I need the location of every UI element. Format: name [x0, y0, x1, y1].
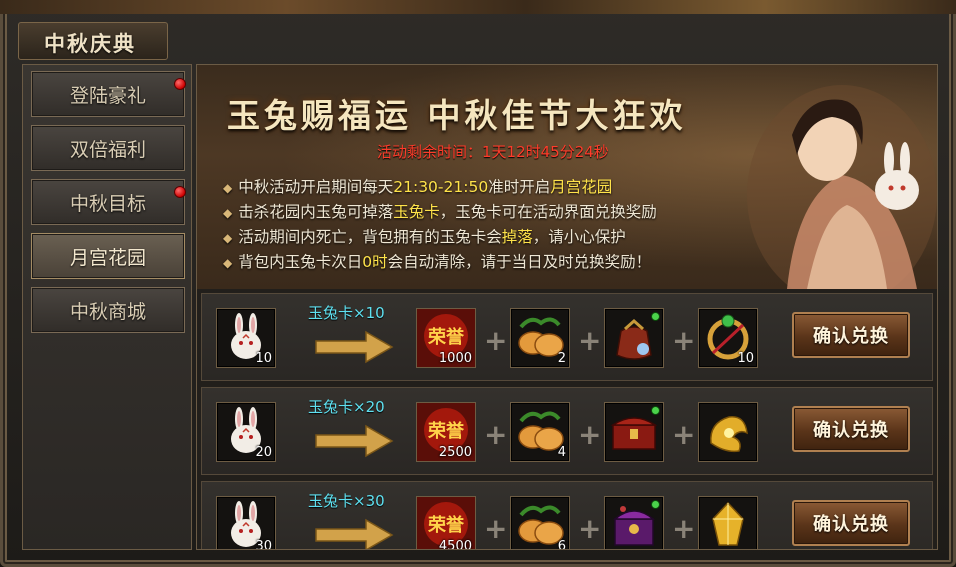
main-panel: 玉兔赐福运 中秋佳节大狂欢 活动剩余时间：1天12时45分24秒 ◆ 中秋活动开启… [196, 64, 938, 550]
sidebar-item-login-gift[interactable]: 登陆豪礼 [31, 71, 186, 117]
item-count: 4 [557, 445, 566, 460]
card-cost-label: 玉兔卡×10 [308, 304, 385, 322]
diamond-bullet-icon: ◆ [223, 231, 233, 245]
green-indicator [651, 312, 660, 321]
window-title: 中秋庆典 [44, 31, 136, 56]
reward-item-slot[interactable] [604, 402, 664, 462]
sidebar-item-label: 登陆豪礼 [69, 84, 146, 107]
item-count: 10 [255, 351, 272, 366]
notification-dot [174, 78, 186, 90]
arrow-right-icon [315, 330, 394, 364]
rule-item: ◆ 活动期间内死亡，背包拥有的玉兔卡会掉落，请小心保护 [223, 228, 626, 246]
plus-icon: + [672, 512, 696, 545]
reward-row: 30 玉兔卡×30 荣誉 4500 + 6 + + 确认兑换 [201, 481, 933, 549]
svg-text:荣誉: 荣誉 [427, 326, 465, 348]
honor-slot[interactable]: 荣誉 4500 [416, 496, 476, 549]
green-indicator [651, 500, 660, 509]
mooncake-slot[interactable]: 2 [510, 308, 570, 368]
top-decoration [0, 0, 956, 14]
arrow-right-icon [315, 424, 394, 458]
golden-wing-icon [710, 416, 748, 453]
item-count: 4500 [438, 539, 472, 549]
rule-item: ◆ 背包内玉兔卡次日0时会自动清除，请于当日及时兑换奖励！ [223, 253, 652, 271]
plus-icon: + [578, 324, 602, 357]
reward-list[interactable]: 10 玉兔卡×10 荣誉 1000 + 2 + + 10 确认兑换 20 玉兔卡… [201, 293, 933, 549]
plus-icon: + [484, 512, 508, 545]
plus-icon: + [672, 324, 696, 357]
banner-title: 玉兔赐福运 中秋佳节大狂欢 [227, 96, 687, 135]
moon-lady-illustration [747, 85, 937, 289]
item-count: 30 [255, 539, 272, 549]
sidebar-item-double-bonus[interactable]: 双倍福利 [31, 125, 185, 171]
plus-icon: + [484, 324, 508, 357]
reward-item-slot[interactable]: 10 [698, 308, 758, 368]
honor-slot[interactable]: 荣誉 1000 [416, 308, 476, 368]
sidebar-item-label: 中秋目标 [69, 192, 146, 215]
sidebar-item-shop[interactable]: 中秋商城 [31, 287, 185, 333]
plus-icon: + [578, 512, 602, 545]
golden-crystal-icon [712, 501, 744, 546]
notification-dot [174, 186, 186, 198]
plus-icon: + [484, 418, 508, 451]
sidebar: 登陆豪礼 双倍福利 中秋目标 月宫花园 中秋商城 [22, 64, 192, 550]
sidebar-item-label: 双倍福利 [69, 138, 146, 161]
sidebar-item-label: 月宫花园 [69, 246, 146, 269]
diamond-bullet-icon: ◆ [223, 181, 233, 195]
honor-slot[interactable]: 荣誉 2500 [416, 402, 476, 462]
reward-item-slot[interactable] [604, 308, 664, 368]
plus-icon: + [672, 418, 696, 451]
item-count: 2500 [438, 445, 472, 460]
rule-item: ◆ 中秋活动开启期间每天21:30-21:50准时开启月宫花园 [223, 178, 613, 196]
reward-item-slot[interactable] [698, 496, 758, 549]
reward-row: 20 玉兔卡×20 荣誉 2500 + 4 + + 确认兑换 [201, 387, 933, 475]
rabbit-card-slot[interactable]: 10 [216, 308, 276, 368]
card-cost-label: 玉兔卡×30 [308, 492, 385, 510]
confirm-exchange-button[interactable]: 确认兑换 [792, 406, 910, 452]
reward-row: 10 玉兔卡×10 荣誉 1000 + 2 + + 10 确认兑换 [201, 293, 933, 381]
countdown-timer: 活动剩余时间：1天12时45分24秒 [377, 143, 609, 161]
plus-icon: + [578, 418, 602, 451]
reward-item-slot[interactable] [698, 402, 758, 462]
confirm-exchange-button[interactable]: 确认兑换 [792, 312, 910, 358]
sidebar-item-goals[interactable]: 中秋目标 [31, 179, 186, 225]
card-cost-label: 玉兔卡×20 [308, 398, 385, 416]
rule-item: ◆ 击杀花园内玉兔可掉落玉兔卡，玉兔卡可在活动界面兑换奖励 [223, 203, 657, 221]
mooncake-slot[interactable]: 4 [510, 402, 570, 462]
arrow-right-icon [315, 518, 394, 549]
sidebar-item-moon-garden[interactable]: 月宫花园 [31, 233, 185, 279]
item-count: 10 [737, 351, 754, 366]
diamond-bullet-icon: ◆ [223, 206, 233, 220]
item-count: 1000 [438, 351, 472, 366]
svg-text:荣誉: 荣誉 [427, 420, 465, 442]
reward-item-slot[interactable] [604, 496, 664, 549]
rules-list: ◆ 中秋活动开启期间每天21:30-21:50准时开启月宫花园 ◆ 击杀花园内玉兔可… [223, 175, 657, 275]
item-count: 20 [255, 445, 272, 460]
event-banner: 玉兔赐福运 中秋佳节大狂欢 活动剩余时间：1天12时45分24秒 ◆ 中秋活动开启… [197, 65, 937, 289]
diamond-bullet-icon: ◆ [223, 256, 233, 270]
item-count: 2 [557, 351, 566, 366]
rabbit-card-slot[interactable]: 30 [216, 496, 276, 549]
item-count: 6 [557, 539, 566, 549]
green-indicator [651, 406, 660, 415]
mooncake-slot[interactable]: 6 [510, 496, 570, 549]
sidebar-item-label: 中秋商城 [69, 300, 146, 323]
svg-text:荣誉: 荣誉 [427, 514, 465, 536]
rabbit-card-slot[interactable]: 20 [216, 402, 276, 462]
confirm-exchange-button[interactable]: 确认兑换 [792, 500, 910, 546]
